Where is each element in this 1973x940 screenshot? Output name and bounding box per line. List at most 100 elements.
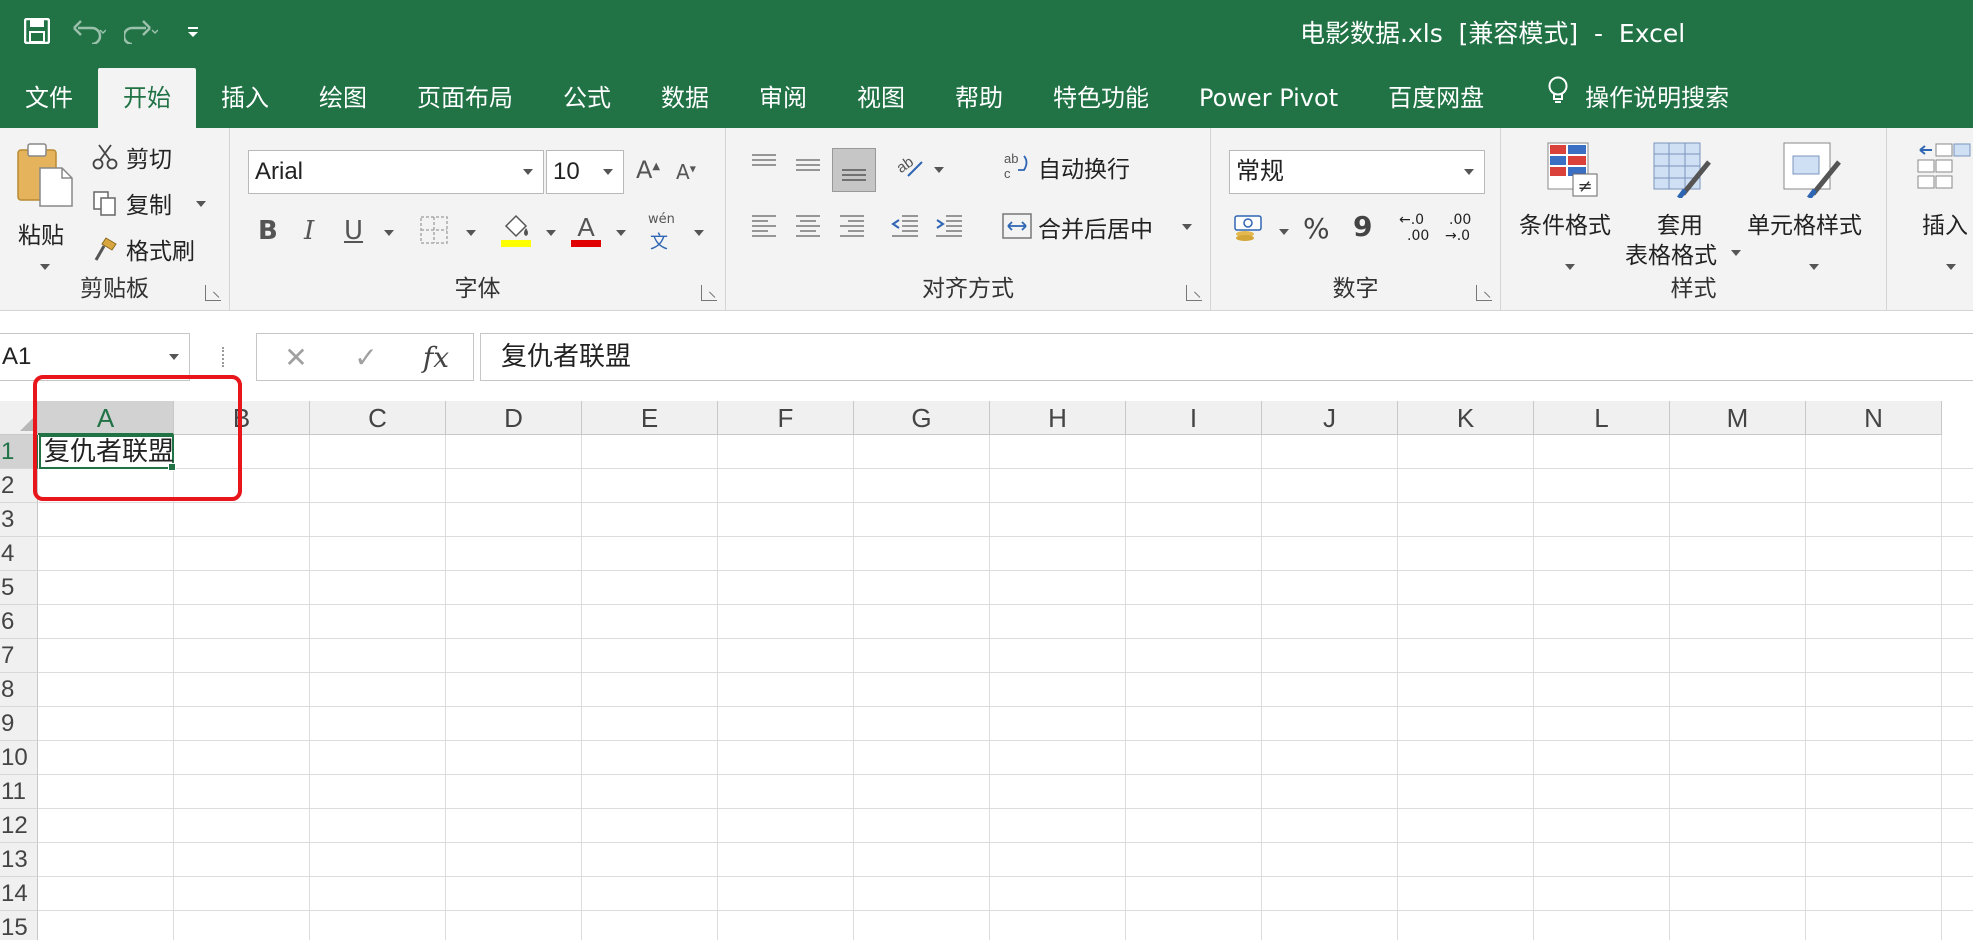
row-header-11[interactable]: 11 — [0, 775, 38, 809]
font-color-dropdown-icon[interactable] — [616, 230, 626, 236]
align-right-icon[interactable] — [838, 212, 866, 238]
font-size-dropdown-icon[interactable] — [603, 169, 613, 175]
font-launcher-icon[interactable] — [701, 285, 717, 301]
percent-style-button[interactable]: % — [1303, 212, 1330, 245]
increase-font-icon[interactable]: A▲ — [636, 156, 660, 184]
decrease-decimal-button[interactable]: .00 →.0 — [1445, 212, 1485, 248]
phonetic-guide-button[interactable]: wén 文 — [644, 212, 680, 253]
undo-icon[interactable] — [72, 14, 106, 48]
insert-cells-dropdown-icon[interactable] — [1946, 264, 1956, 270]
row-header-7[interactable]: 7 — [0, 639, 38, 673]
align-top-icon[interactable] — [750, 152, 778, 178]
font-name-dropdown-icon[interactable] — [523, 169, 533, 175]
column-header-c[interactable]: C — [310, 401, 446, 435]
format-as-table-button[interactable]: 套用 表格格式 — [1625, 142, 1741, 282]
column-header-e[interactable]: E — [582, 401, 718, 435]
column-header-i[interactable]: I — [1126, 401, 1262, 435]
conditional-formatting-button[interactable]: ≠ 条件格式 — [1517, 142, 1621, 282]
fill-color-dropdown-icon[interactable] — [546, 230, 556, 236]
underline-dropdown-icon[interactable] — [384, 230, 394, 236]
column-header-k[interactable]: K — [1398, 401, 1534, 435]
bold-button[interactable]: B — [258, 216, 278, 246]
accounting-format-icon[interactable] — [1233, 212, 1267, 244]
merge-center-button[interactable]: 合并后居中 — [1002, 208, 1202, 244]
name-box[interactable]: A1 — [0, 333, 190, 381]
orientation-dropdown-icon[interactable] — [934, 167, 944, 173]
tab-data[interactable]: 数据 — [636, 68, 734, 128]
row-header-8[interactable]: 8 — [0, 673, 38, 707]
clipboard-launcher-icon[interactable] — [205, 285, 221, 301]
row-header-9[interactable]: 9 — [0, 707, 38, 741]
tab-file[interactable]: 文件 — [0, 68, 98, 128]
font-name-combo[interactable]: Arial — [248, 150, 544, 194]
row-header-10[interactable]: 10 — [0, 741, 38, 775]
row-header-6[interactable]: 6 — [0, 605, 38, 639]
tab-home[interactable]: 开始 — [98, 68, 196, 128]
borders-icon[interactable] — [420, 216, 448, 244]
worksheet-grid[interactable]: A B C D E F G H I J K L M N 1 2 3 4 5 6 7 8 9 10 11 12 13 14 15 复仇者联盟 — [0, 401, 1973, 940]
column-header-g[interactable]: G — [854, 401, 990, 435]
column-header-f[interactable]: F — [718, 401, 854, 435]
cancel-entry-icon[interactable]: ✕ — [271, 334, 321, 380]
format-painter-button[interactable]: 格式刷 — [92, 232, 222, 266]
align-middle-icon[interactable] — [794, 152, 822, 178]
orientation-icon[interactable]: ab — [892, 150, 924, 180]
save-icon[interactable] — [20, 14, 54, 48]
column-header-d[interactable]: D — [446, 401, 582, 435]
phonetic-dropdown-icon[interactable] — [694, 230, 704, 236]
increase-decimal-button[interactable]: ←.0 .00 — [1399, 212, 1439, 248]
tab-help[interactable]: 帮助 — [930, 68, 1028, 128]
column-header-m[interactable]: M — [1670, 401, 1806, 435]
comma-style-button[interactable]: 9 — [1353, 210, 1372, 243]
format-as-table-dropdown-icon[interactable] — [1731, 250, 1741, 256]
decrease-font-icon[interactable]: A▼ — [676, 160, 696, 184]
column-header-n[interactable]: N — [1806, 401, 1942, 435]
cell-styles-button[interactable]: 单元格样式 — [1745, 142, 1879, 282]
tab-formulas[interactable]: 公式 — [538, 68, 636, 128]
row-header-15[interactable]: 15 — [0, 911, 38, 940]
number-launcher-icon[interactable] — [1476, 285, 1492, 301]
insert-function-icon[interactable]: fx — [411, 334, 461, 380]
italic-button[interactable]: I — [304, 216, 314, 246]
tab-view[interactable]: 视图 — [832, 68, 930, 128]
borders-dropdown-icon[interactable] — [466, 230, 476, 236]
font-size-combo[interactable]: 10 — [546, 150, 624, 194]
tab-insert[interactable]: 插入 — [196, 68, 294, 128]
number-format-combo[interactable]: 常规 — [1229, 150, 1485, 194]
row-header-12[interactable]: 12 — [0, 809, 38, 843]
tab-power-pivot[interactable]: Power Pivot — [1174, 68, 1363, 128]
row-header-14[interactable]: 14 — [0, 877, 38, 911]
confirm-entry-icon[interactable]: ✓ — [341, 334, 391, 380]
fill-color-icon[interactable] — [500, 212, 532, 248]
increase-indent-icon[interactable] — [934, 212, 964, 238]
column-header-l[interactable]: L — [1534, 401, 1670, 435]
redo-icon[interactable] — [124, 14, 158, 48]
decrease-indent-icon[interactable] — [890, 212, 920, 238]
tell-me-search[interactable]: 操作说明搜索 — [1509, 68, 1754, 128]
tab-baidu-netdisk[interactable]: 百度网盘 — [1363, 68, 1509, 128]
formula-input[interactable]: 复仇者联盟 — [480, 333, 1973, 381]
paste-button[interactable]: 粘贴 — [12, 142, 78, 270]
row-header-5[interactable]: 5 — [0, 571, 38, 605]
row-header-13[interactable]: 13 — [0, 843, 38, 877]
row-header-4[interactable]: 4 — [0, 537, 38, 571]
tab-special-features[interactable]: 特色功能 — [1028, 68, 1174, 128]
name-box-dropdown-icon[interactable] — [169, 354, 179, 360]
accounting-dropdown-icon[interactable] — [1279, 229, 1289, 235]
alignment-launcher-icon[interactable] — [1186, 285, 1202, 301]
merge-center-dropdown-icon[interactable] — [1182, 224, 1192, 230]
number-format-dropdown-icon[interactable] — [1464, 169, 1474, 175]
column-header-h[interactable]: H — [990, 401, 1126, 435]
underline-button[interactable]: U — [344, 216, 363, 246]
copy-dropdown-icon[interactable] — [196, 201, 206, 207]
align-bottom-button[interactable] — [832, 148, 876, 192]
copy-button[interactable]: 复制 — [92, 186, 222, 220]
insert-cells-button[interactable]: 插入 — [1900, 142, 1973, 282]
column-header-j[interactable]: J — [1262, 401, 1398, 435]
tab-review[interactable]: 审阅 — [734, 68, 832, 128]
formula-bar-resize-handle[interactable] — [222, 347, 226, 367]
font-color-icon[interactable]: A — [570, 212, 602, 248]
align-left-icon[interactable] — [750, 212, 778, 238]
tab-draw[interactable]: 绘图 — [294, 68, 392, 128]
align-center-icon[interactable] — [794, 212, 822, 238]
